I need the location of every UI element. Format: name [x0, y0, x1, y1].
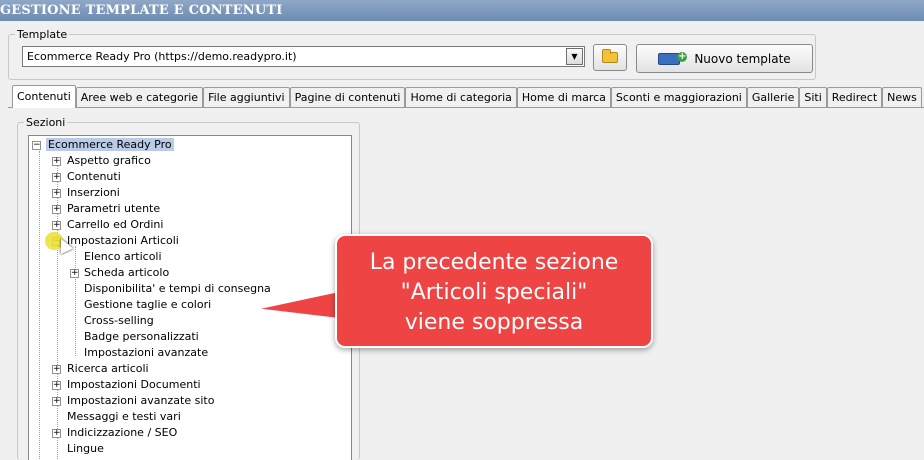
tab-aree-web[interactable]: Aree web e categorie: [75, 87, 204, 108]
tree-item-label[interactable]: Cross-selling: [84, 314, 154, 327]
tree-subitem[interactable]: Disponibilita' e tempi di consegna: [84, 281, 271, 297]
tab-strip: Contenuti Aree web e categorie File aggi…: [12, 85, 922, 108]
tree-item-label[interactable]: Carrello ed Ordini: [67, 218, 163, 231]
tab-contenuti[interactable]: Contenuti: [12, 85, 76, 108]
tree-item[interactable]: + Carrello ed Ordini: [49, 217, 163, 233]
tab-file-aggiuntivi[interactable]: File aggiuntivi: [203, 87, 290, 108]
tree-item-label[interactable]: Badge personalizzati: [84, 330, 199, 343]
tree-item[interactable]: + Ricerca articoli: [49, 361, 149, 377]
tab-siti[interactable]: Siti: [799, 87, 827, 108]
tree-subitem[interactable]: Gestione taglie e colori: [84, 297, 211, 313]
tree-item-label[interactable]: Impostazioni avanzate sito: [67, 394, 214, 407]
tab-divider: [8, 107, 924, 108]
tree-item[interactable]: + Indicizzazione / SEO: [49, 425, 177, 441]
open-folder-button[interactable]: [593, 44, 627, 71]
tree-item[interactable]: + Impostazioni Documenti: [49, 377, 201, 393]
tree-item-label[interactable]: Impostazioni avanzate: [84, 346, 208, 359]
tree-subitem[interactable]: Cross-selling: [84, 313, 154, 329]
tree-item[interactable]: Lingue: [49, 441, 104, 457]
expand-icon[interactable]: +: [52, 381, 61, 390]
tab-home-categoria[interactable]: Home di categoria: [405, 87, 517, 108]
tree-item-label[interactable]: Elenco articoli: [84, 250, 162, 263]
tree-item-label[interactable]: Gestione taglie e colori: [84, 298, 211, 311]
folder-icon: [602, 49, 618, 63]
expand-icon[interactable]: +: [52, 429, 61, 438]
new-template-label: Nuovo template: [694, 51, 791, 66]
collapse-icon[interactable]: −: [32, 141, 41, 150]
tree-item-label[interactable]: Ricerca articoli: [67, 362, 149, 375]
tab-redirect[interactable]: Redirect: [826, 87, 883, 108]
tree-item-label[interactable]: Disponibilita' e tempi di consegna: [84, 282, 271, 295]
expand-icon[interactable]: +: [52, 173, 61, 182]
tree-item[interactable]: Messaggi e testi vari: [49, 409, 181, 425]
expand-icon[interactable]: +: [52, 365, 61, 374]
tree-item[interactable]: + Parametri utente: [49, 201, 160, 217]
new-template-button[interactable]: Nuovo template: [636, 44, 813, 73]
tree-item-label[interactable]: Parametri utente: [67, 202, 160, 215]
window-title: GESTIONE TEMPLATE E CONTENUTI: [0, 0, 924, 21]
expand-icon[interactable]: +: [70, 269, 79, 278]
tree-item-label[interactable]: Inserzioni: [67, 186, 120, 199]
expand-icon[interactable]: +: [52, 397, 61, 406]
tree-item[interactable]: + Contenuti: [49, 169, 121, 185]
tree-item-label[interactable]: Impostazioni Articoli: [67, 234, 179, 247]
tab-gallerie[interactable]: Gallerie: [746, 87, 800, 108]
tab-sconti[interactable]: Sconti e maggiorazioni: [610, 87, 747, 108]
template-select[interactable]: Ecommerce Ready Pro (https://demo.readyp…: [22, 46, 585, 67]
tab-home-marca[interactable]: Home di marca: [516, 87, 611, 108]
tree-item-label[interactable]: Impostazioni Documenti: [67, 378, 201, 391]
callout-pointer: [255, 289, 340, 321]
tree-subitem[interactable]: + Scheda articolo: [67, 265, 169, 281]
expand-icon[interactable]: +: [52, 221, 61, 230]
dropdown-arrow-icon[interactable]: ▼: [566, 48, 583, 65]
add-template-icon: [658, 51, 688, 65]
tree-subitem[interactable]: Impostazioni avanzate: [84, 345, 208, 361]
tree-item[interactable]: + Impostazioni avanzate sito: [49, 393, 214, 409]
tree-item-label[interactable]: Scheda articolo: [84, 266, 169, 279]
expand-icon[interactable]: +: [52, 205, 61, 214]
tree-root[interactable]: − Ecommerce Ready Pro: [32, 137, 174, 153]
template-group: Template Ecommerce Ready Pro (https://de…: [8, 28, 816, 80]
tree-item-label[interactable]: Contenuti: [67, 170, 121, 183]
tree-item-label[interactable]: Lingue: [67, 442, 104, 455]
tree-item-label[interactable]: Aspetto grafico: [67, 154, 151, 167]
tree-root-label[interactable]: Ecommerce Ready Pro: [46, 138, 174, 151]
tree-item[interactable]: + Aspetto grafico: [49, 153, 151, 169]
annotation-callout: La precedente sezione "Articoli speciali…: [335, 234, 653, 348]
expand-icon[interactable]: +: [52, 189, 61, 198]
sections-legend: Sezioni: [24, 116, 68, 129]
tab-news[interactable]: News: [882, 87, 922, 108]
tab-pagine-contenuti[interactable]: Pagine di contenuti: [289, 87, 406, 108]
tree-subitem[interactable]: Badge personalizzati: [84, 329, 199, 345]
template-legend: Template: [15, 28, 70, 41]
expand-icon[interactable]: +: [52, 157, 61, 166]
tree-item-label[interactable]: Indicizzazione / SEO: [67, 426, 177, 439]
callout-line-2: "Articoli speciali": [400, 280, 588, 305]
tree-subitem[interactable]: Elenco articoli: [84, 249, 162, 265]
callout-line-3: viene soppressa: [404, 310, 584, 335]
tree-item[interactable]: + Inserzioni: [49, 185, 120, 201]
tree-item-label[interactable]: Messaggi e testi vari: [67, 410, 181, 423]
template-select-value: Ecommerce Ready Pro (https://demo.readyp…: [27, 50, 297, 63]
callout-line-1: La precedente sezione: [369, 250, 619, 275]
